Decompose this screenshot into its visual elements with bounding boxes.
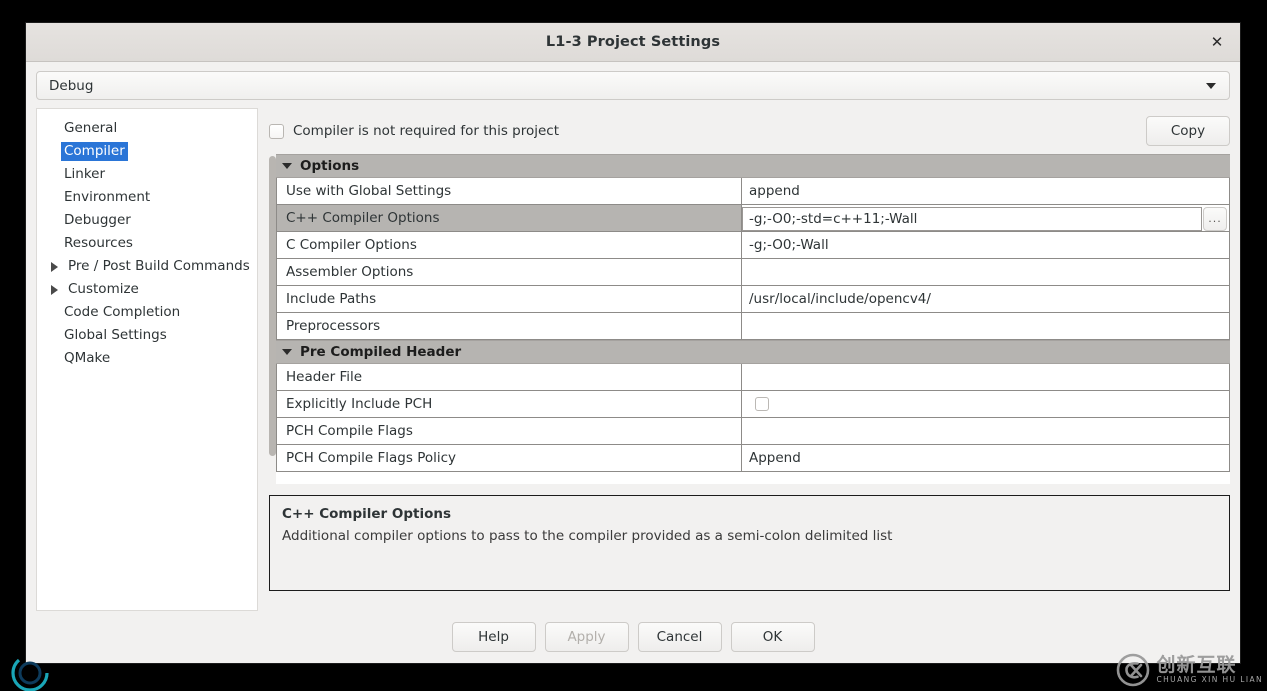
screen: L1-3 Project Settings ✕ Debug General Com… xyxy=(0,0,1267,691)
group-header-pre-compiled-header[interactable]: Pre Compiled Header xyxy=(276,340,1230,364)
settings-table-wrapper: Options Use with Global SettingsappendC++… xyxy=(269,154,1230,484)
table-row[interactable]: C++ Compiler Options-g;-O0;-std=c++11;-W… xyxy=(276,205,1230,232)
scrollbar-thumb[interactable] xyxy=(269,156,276,456)
setting-value-checkbox[interactable] xyxy=(755,397,769,411)
help-button[interactable]: Help xyxy=(452,622,536,652)
project-settings-dialog: L1-3 Project Settings ✕ Debug General Com… xyxy=(25,22,1241,664)
dialog-body: General Compiler Linker Environment Debugger… xyxy=(26,108,1240,611)
description-text: Additional compiler options to pass to t… xyxy=(282,528,1217,544)
setting-value-cell[interactable] xyxy=(742,391,1230,417)
cancel-button[interactable]: Cancel xyxy=(638,622,722,652)
setting-name-cell: Assembler Options xyxy=(276,259,742,285)
table-row[interactable]: Header File xyxy=(276,364,1230,391)
dialog-title: L1-3 Project Settings xyxy=(546,34,720,50)
expand-arrow-icon[interactable] xyxy=(51,285,58,295)
settings-table: Options Use with Global SettingsappendC++… xyxy=(276,154,1230,484)
sidebar-item-label: Environment xyxy=(61,188,153,207)
compiler-not-required-checkbox[interactable]: Compiler is not required for this projec… xyxy=(269,123,559,139)
collapse-arrow-icon[interactable] xyxy=(282,349,292,355)
table-row[interactable]: Preprocessors xyxy=(276,313,1230,340)
sidebar-item-debugger[interactable]: Debugger xyxy=(37,209,257,232)
watermark-sub-text: CHUANG XIN HU LIAN xyxy=(1157,675,1264,684)
setting-value-cell[interactable] xyxy=(742,259,1230,285)
collapse-arrow-icon[interactable] xyxy=(282,163,292,169)
sidebar-item-label: QMake xyxy=(61,349,113,368)
configuration-value: Debug xyxy=(49,78,93,94)
setting-value-cell[interactable] xyxy=(742,364,1230,390)
setting-value-cell[interactable]: append xyxy=(742,178,1230,204)
sidebar-item-label: Linker xyxy=(61,165,108,184)
setting-name-cell: C++ Compiler Options xyxy=(276,205,742,231)
setting-value-cell[interactable]: Append xyxy=(742,445,1230,471)
sidebar-item-code-completion[interactable]: Code Completion xyxy=(37,301,257,324)
setting-value-cell[interactable] xyxy=(742,313,1230,339)
chevron-down-icon xyxy=(1206,83,1216,89)
dialog-footer: Help Apply Cancel OK xyxy=(26,611,1240,663)
setting-value-cell[interactable]: /usr/local/include/opencv4/ xyxy=(742,286,1230,312)
table-row[interactable]: C Compiler Options-g;-O0;-Wall xyxy=(276,232,1230,259)
sidebar-item-label: Pre / Post Build Commands xyxy=(65,257,253,276)
description-title: C++ Compiler Options xyxy=(282,506,1217,522)
configuration-combobox[interactable]: Debug xyxy=(36,71,1230,100)
table-row[interactable]: Explicitly Include PCH xyxy=(276,391,1230,418)
dialog-titlebar: L1-3 Project Settings ✕ xyxy=(26,23,1240,62)
sidebar-item-general[interactable]: General xyxy=(37,117,257,140)
sidebar-item-global-settings[interactable]: Global Settings xyxy=(37,324,257,347)
sidebar-item-customize[interactable]: Customize xyxy=(37,278,257,301)
setting-name-cell: C Compiler Options xyxy=(276,232,742,258)
teal-swirl-icon xyxy=(8,647,52,691)
setting-name-cell: PCH Compile Flags xyxy=(276,418,742,444)
sidebar-item-compiler[interactable]: Compiler xyxy=(37,140,257,163)
group-title: Pre Compiled Header xyxy=(300,344,461,360)
setting-value-cell[interactable]: -g;-O0;-std=c++11;-Wall... xyxy=(742,205,1230,231)
setting-name-cell: Use with Global Settings xyxy=(276,178,742,204)
table-row[interactable]: Use with Global Settingsappend xyxy=(276,178,1230,205)
setting-name-cell: Preprocessors xyxy=(276,313,742,339)
setting-value-input[interactable]: -g;-O0;-std=c++11;-Wall xyxy=(742,207,1202,231)
settings-table-scrollbar[interactable] xyxy=(269,154,276,484)
sidebar-item-linker[interactable]: Linker xyxy=(37,163,257,186)
sidebar-item-label: Debugger xyxy=(61,211,134,230)
sidebar-item-resources[interactable]: Resources xyxy=(37,232,257,255)
expand-arrow-icon[interactable] xyxy=(51,262,58,272)
sidebar-item-environment[interactable]: Environment xyxy=(37,186,257,209)
settings-category-list[interactable]: General Compiler Linker Environment Debugger… xyxy=(36,108,258,611)
sidebar-item-label: Compiler xyxy=(61,142,128,161)
copy-button[interactable]: Copy xyxy=(1146,116,1230,146)
sidebar-item-label: Code Completion xyxy=(61,303,183,322)
table-empty-area xyxy=(276,472,1230,484)
checkbox-box-icon xyxy=(269,124,284,139)
description-panel: C++ Compiler Options Additional compiler… xyxy=(269,495,1230,591)
table-row[interactable]: PCH Compile Flags xyxy=(276,418,1230,445)
settings-content-pane: Compiler is not required for this projec… xyxy=(258,108,1230,611)
setting-name-cell: Include Paths xyxy=(276,286,742,312)
sidebar-item-pre-post-build-commands[interactable]: Pre / Post Build Commands xyxy=(37,255,257,278)
sidebar-item-label: Resources xyxy=(61,234,136,253)
sidebar-item-label: Customize xyxy=(65,280,142,299)
setting-name-cell: Header File xyxy=(276,364,742,390)
group-title: Options xyxy=(300,158,359,174)
content-toolbar: Compiler is not required for this projec… xyxy=(269,108,1230,154)
table-row[interactable]: PCH Compile Flags PolicyAppend xyxy=(276,445,1230,472)
close-icon[interactable]: ✕ xyxy=(1204,29,1230,55)
ok-button[interactable]: OK xyxy=(731,622,815,652)
sidebar-item-label: Global Settings xyxy=(61,326,170,345)
value-browse-button[interactable]: ... xyxy=(1203,207,1227,231)
table-row[interactable]: Assembler Options xyxy=(276,259,1230,286)
setting-value-cell[interactable] xyxy=(742,418,1230,444)
sidebar-item-qmake[interactable]: QMake xyxy=(37,347,257,370)
sidebar-item-label: General xyxy=(61,119,120,138)
layout-gap xyxy=(269,484,1230,495)
group-header-options[interactable]: Options xyxy=(276,154,1230,178)
setting-name-cell: Explicitly Include PCH xyxy=(276,391,742,417)
setting-value-cell[interactable]: -g;-O0;-Wall xyxy=(742,232,1230,258)
table-row[interactable]: Include Paths/usr/local/include/opencv4/ xyxy=(276,286,1230,313)
compiler-not-required-label: Compiler is not required for this projec… xyxy=(293,123,559,139)
apply-button[interactable]: Apply xyxy=(545,622,629,652)
config-selector-row: Debug xyxy=(26,62,1240,108)
setting-name-cell: PCH Compile Flags Policy xyxy=(276,445,742,471)
